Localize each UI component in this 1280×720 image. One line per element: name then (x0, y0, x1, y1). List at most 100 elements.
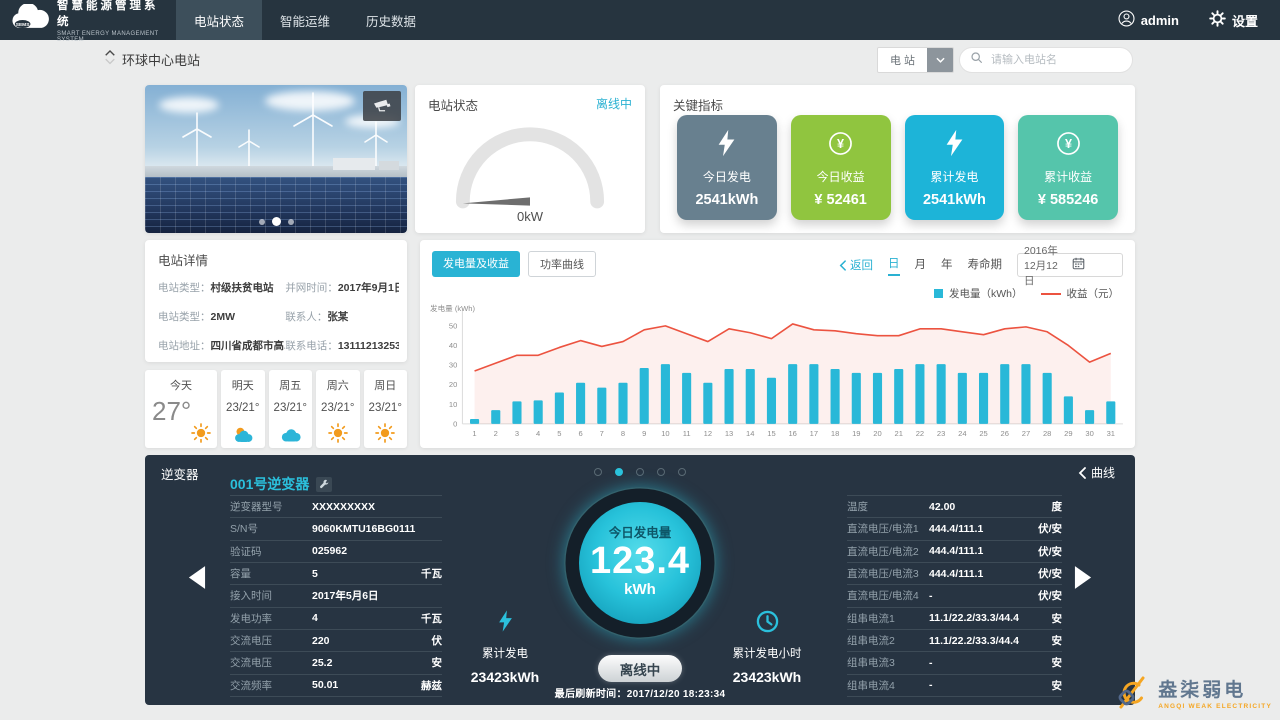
detail-item: 电站地址：四川省成都市高... (158, 338, 285, 353)
carousel-dot[interactable] (657, 468, 665, 476)
range-month[interactable]: 月 (915, 256, 927, 275)
weather-card: 周六23/21° (316, 370, 360, 448)
x-tick-label: 2 (494, 429, 498, 438)
range-day[interactable]: 日 (888, 255, 900, 276)
calendar-icon (1072, 257, 1116, 273)
x-tick-label: 26 (1001, 429, 1009, 438)
row-value: 4 (312, 612, 421, 624)
total-hours-label: 累计发电小时 (702, 645, 832, 661)
metric-label: 累计发电 (930, 168, 978, 185)
generation-bar (788, 364, 797, 424)
carousel-dot[interactable] (615, 468, 623, 476)
details-grid: 电站类型：村级扶贫电站并网时间：2017年9月1日电站类型：2MW联系人：张某电… (158, 280, 399, 353)
date-value: 2016年12月12日 (1024, 243, 1068, 288)
row-label: 组串电流2 (847, 633, 929, 648)
curve-link-label: 曲线 (1091, 464, 1115, 481)
search-input[interactable] (989, 53, 1135, 67)
row-unit: 伏/安 (1038, 521, 1062, 536)
table-row: 直流电压/电流2444.4/111.1伏/安 (847, 541, 1062, 563)
generation-bar (724, 369, 733, 424)
vendor-subtitle: ANGQI WEAK ELECTRICITY (1158, 703, 1272, 710)
user-icon (1118, 10, 1135, 30)
station-type-select[interactable]: 电 站 (877, 47, 954, 73)
table-row: S/N号9060KMTU16BG0111 (230, 518, 442, 540)
generation-bar (873, 373, 882, 424)
expand-chevrons-icon (104, 48, 116, 71)
date-picker[interactable]: 2016年12月12日 (1017, 253, 1123, 277)
detail-label: 并网时间 (285, 282, 327, 294)
carousel-dot[interactable] (636, 468, 644, 476)
generation-bar (1043, 373, 1052, 424)
breadcrumb[interactable]: 环球中心电站 (104, 48, 200, 71)
station-search (959, 47, 1133, 73)
generation-bar (767, 378, 776, 424)
x-tick-label: 5 (557, 429, 561, 438)
generation-chart-panel: 发电量及收益 功率曲线 返回 日 月 年 寿命期 2016年12月12日 (420, 240, 1135, 448)
legend-line-swatch (1041, 293, 1061, 295)
x-tick-label: 27 (1022, 429, 1030, 438)
tab-智能运维[interactable]: 智能运维 (267, 0, 343, 40)
app-root: SEMS 智慧能源管理系统 SMART ENERGY MANAGEMENT SY… (0, 0, 1280, 720)
x-tick-label: 6 (578, 429, 582, 438)
prev-inverter-arrow[interactable] (187, 565, 206, 595)
metric-value: ¥ 52461 (814, 192, 866, 208)
metric-value: 2541kWh (923, 192, 986, 208)
carousel-dot[interactable] (594, 468, 602, 476)
carousel-dot[interactable] (288, 219, 294, 225)
status-badge: 离线中 (596, 95, 632, 112)
app-subtitle: SMART ENERGY MANAGEMENT SYSTEM (57, 31, 166, 43)
station-photo-carousel[interactable] (145, 85, 407, 233)
row-value: 444.4/111.1 (929, 523, 1038, 535)
carousel-dot[interactable] (678, 468, 686, 476)
table-row: 验证码025962 (230, 541, 442, 563)
detail-value: 村级扶贫电站 (211, 282, 274, 294)
row-label: 交流电压 (230, 633, 312, 648)
key-metrics-panel: 关键指标 今日发电2541kWh¥今日收益¥ 52461累计发电2541kWh¥… (660, 85, 1135, 233)
metric-label: 今日收益 (817, 168, 865, 185)
range-lifetime[interactable]: 寿命期 (968, 256, 1003, 275)
tab-电站状态[interactable]: 电站状态 (176, 0, 262, 40)
table-row: 直流电压/电流3444.4/111.1伏/安 (847, 563, 1062, 585)
generation-bar (831, 369, 840, 424)
x-tick-label: 10 (661, 429, 669, 438)
carousel-dot[interactable] (272, 217, 281, 226)
vendor-name: 盎柒弱电 (1158, 681, 1272, 701)
gauge-unit: kWh (579, 581, 701, 598)
x-tick-label: 7 (600, 429, 604, 438)
tab-generation-revenue[interactable]: 发电量及收益 (432, 251, 520, 277)
carousel-dot[interactable] (259, 219, 265, 225)
settings-menu[interactable]: 设置 (1209, 10, 1258, 30)
edit-wrench-icon[interactable] (316, 477, 332, 492)
yen-icon: ¥ (1055, 127, 1082, 159)
row-value: 11.1/22.2/33.3/44.4 (929, 635, 1052, 647)
tab-历史数据[interactable]: 历史数据 (353, 0, 429, 40)
row-unit: 伏/安 (1038, 566, 1062, 581)
row-label: 接入时间 (230, 588, 312, 603)
status-panel-title: 电站状态 (428, 95, 478, 114)
cctv-camera-icon[interactable] (363, 91, 401, 121)
row-label: 组串电流1 (847, 611, 929, 626)
x-tick-label: 8 (621, 429, 625, 438)
y-tick-label: 30 (449, 361, 457, 370)
x-tick-label: 13 (725, 429, 733, 438)
inverter-device-title: 001号逆变器 (230, 474, 332, 494)
inverter-panel-title: 逆变器 (161, 464, 199, 483)
range-year[interactable]: 年 (941, 256, 953, 275)
select-value: 电 站 (878, 48, 927, 72)
row-value: 220 (312, 635, 432, 647)
svg-text:¥: ¥ (1065, 137, 1072, 151)
back-button[interactable]: 返回 (839, 257, 873, 273)
daily-generation-gauge-face: 今日发电量 123.4 kWh (579, 502, 701, 624)
generation-bar (555, 393, 564, 424)
chevron-down-icon[interactable] (927, 48, 953, 72)
yen-icon: ¥ (827, 127, 854, 159)
last-update-time: 最后刷新时间：2017/12/20 18:23:34 (145, 685, 1135, 700)
tab-power-curve[interactable]: 功率曲线 (528, 251, 596, 277)
user-menu[interactable]: admin (1118, 10, 1179, 30)
next-inverter-arrow[interactable] (1074, 565, 1093, 595)
curve-link[interactable]: 曲线 (1078, 464, 1115, 481)
generation-bar (491, 410, 500, 424)
detail-label: 电站类型 (158, 282, 200, 294)
vendor-watermark: 盎柒弱电 ANGQI WEAK ELECTRICITY (1112, 673, 1272, 718)
detail-item: 电站类型：村级扶贫电站 (158, 280, 285, 295)
